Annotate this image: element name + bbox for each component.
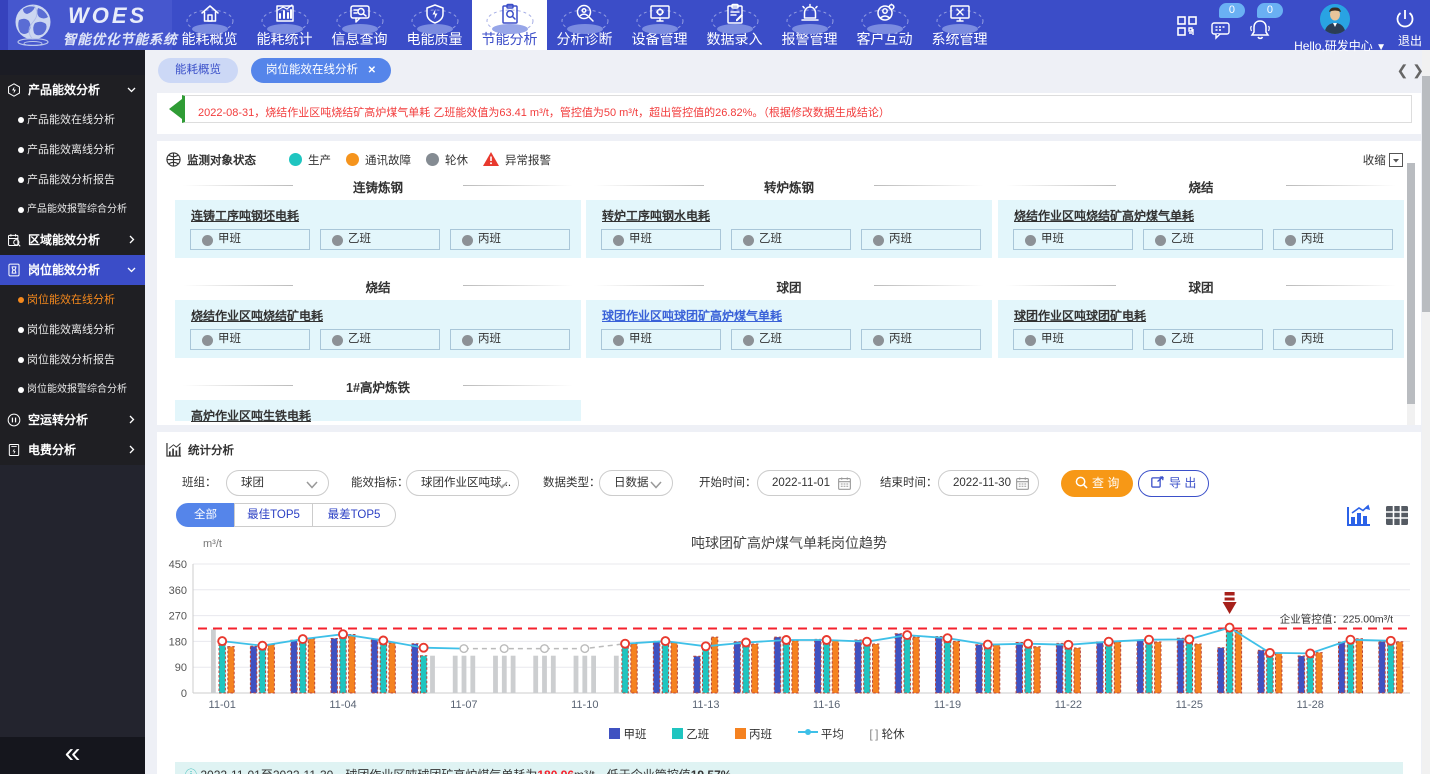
svg-text:270: 270 [169, 611, 187, 623]
svg-text:11-01: 11-01 [209, 699, 236, 711]
svg-text:11-19: 11-19 [934, 699, 961, 711]
svg-text:11-16: 11-16 [813, 699, 840, 711]
svg-text:11-25: 11-25 [1176, 699, 1203, 711]
svg-text:180: 180 [169, 636, 187, 648]
svg-text:11-07: 11-07 [450, 699, 477, 711]
svg-text:450: 450 [169, 559, 187, 571]
svg-text:m³/t: m³/t [203, 538, 222, 550]
svg-text:11-22: 11-22 [1055, 699, 1082, 711]
svg-text:11-04: 11-04 [329, 699, 356, 711]
svg-text:90: 90 [175, 662, 187, 674]
svg-text:11-28: 11-28 [1297, 699, 1324, 711]
svg-text:360: 360 [169, 585, 187, 597]
svg-text:11-13: 11-13 [692, 699, 719, 711]
svg-text:0: 0 [181, 688, 187, 700]
svg-text:11-10: 11-10 [571, 699, 598, 711]
svg-text:企业管控值：225.00m³/t: 企业管控值：225.00m³/t [1280, 613, 1393, 626]
